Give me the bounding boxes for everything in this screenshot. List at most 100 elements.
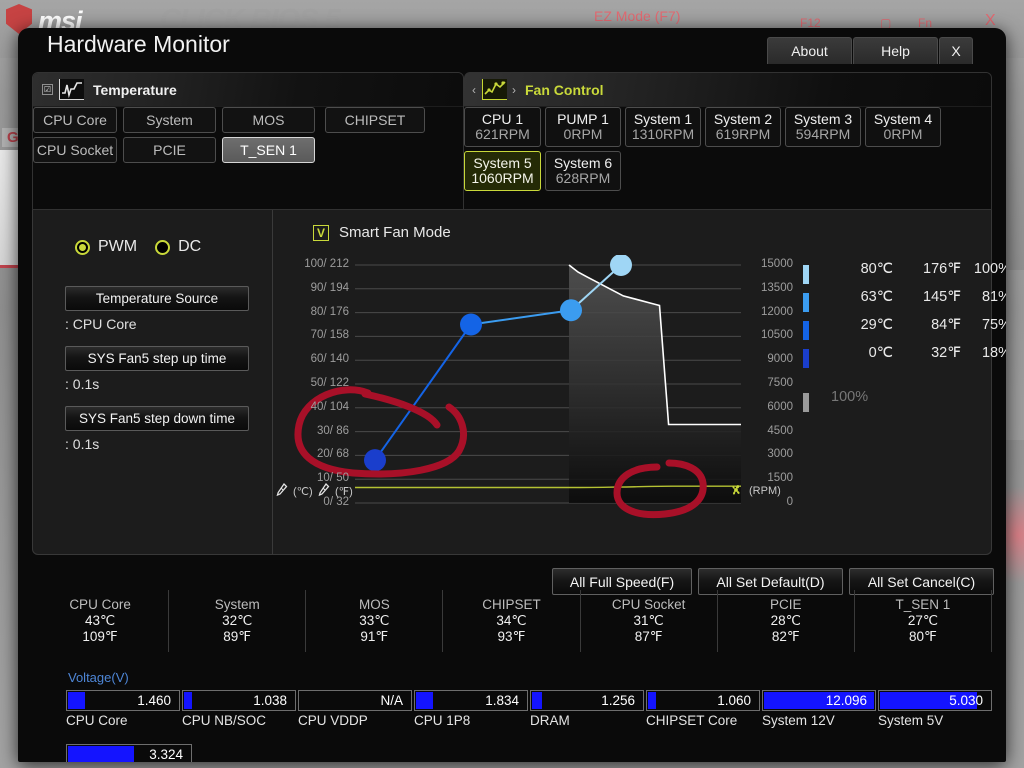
voltage-label: DRAM (530, 713, 570, 728)
legend-color-swatch (803, 265, 809, 284)
celsius-unit-label: (℃) (293, 486, 313, 498)
step-up-time-button[interactable]: SYS Fan5 step up time (65, 346, 249, 371)
voltage-bar: 1.060 (646, 690, 760, 711)
pwm-radio[interactable] (75, 239, 90, 255)
collapse-checkbox-icon[interactable]: ☑ (42, 84, 53, 95)
sensor-fahrenheit: 109℉ (82, 628, 118, 644)
next-page-arrow-icon[interactable]: › (512, 83, 516, 97)
legend-row: 63℃ 145℉ 81% (803, 289, 1006, 317)
temperature-source-chip[interactable]: System (123, 107, 216, 133)
legend-fahrenheit: 176℉ (923, 261, 961, 277)
sensor-cell: CPU Core 43℃ 109℉ (32, 590, 170, 652)
fan-chip-name: System 6 (553, 154, 613, 171)
voltage-bar: 5.030 (878, 690, 992, 711)
voltage-value: 1.038 (253, 693, 287, 708)
temperature-tick-label: 100/ 212 (304, 258, 349, 270)
voltage-bar: 1.256 (530, 690, 644, 711)
fan-chip-rpm: 621RPM (475, 126, 530, 142)
smart-fan-mode-checkbox[interactable]: V (313, 224, 329, 241)
rpm-tick-label: 3000 (767, 448, 793, 461)
voltage-bar: 1.834 (414, 690, 528, 711)
fan-chip[interactable]: System 1 1310RPM (625, 107, 701, 147)
voltage-bar: 3.324 (66, 744, 192, 762)
legend-color-swatch (803, 393, 809, 412)
close-button[interactable]: X (939, 37, 973, 64)
fan-chip-rpm: 0RPM (883, 126, 923, 142)
pwm-label: PWM (98, 238, 138, 255)
fan-control-panel-header: ‹ › Fan Control (464, 73, 991, 107)
sensor-celsius: 27℃ (907, 613, 938, 629)
temperature-source-value: : CPU Core (65, 316, 137, 332)
fan-curve-plot[interactable]: 100/ 212 90/ 194 80/ 176 70/ 158 60/ 140 50/ … (273, 255, 1006, 555)
temperature-source-chip[interactable]: MOS (222, 107, 315, 133)
fan-chip[interactable]: System 5 1060RPM (464, 151, 541, 191)
fan-control-panel-title: Fan Control (525, 81, 604, 98)
fan-chip[interactable]: CPU 1 621RPM (464, 107, 541, 147)
voltage-value: N/A (380, 693, 403, 708)
sensor-celsius: 28℃ (770, 613, 801, 629)
dc-radio[interactable] (155, 239, 171, 255)
fan-chip[interactable]: System 6 628RPM (545, 151, 621, 191)
fahrenheit-unit-label: (℉) (335, 486, 353, 498)
voltage-label: CPU NB/SOC (182, 713, 267, 728)
step-down-time-button[interactable]: SYS Fan5 step down time (65, 406, 249, 431)
temperature-panel: ☑ Temperature CPU Core System MOS CHIPSET CP… (32, 72, 464, 210)
voltage-cell: 5.030 System 5V (878, 690, 994, 734)
temperature-source-chip[interactable]: PCIE (123, 137, 216, 163)
sensor-celsius: 43℃ (84, 613, 116, 629)
rpm-tick-label: 10500 (761, 329, 793, 342)
legend-row-current: 100% (803, 389, 988, 417)
fan-chip[interactable]: System 4 0RPM (865, 107, 941, 147)
rpm-tick-label: 7500 (767, 377, 793, 389)
voltage-value: 5.030 (949, 693, 983, 708)
about-button[interactable]: About (767, 37, 852, 64)
step-up-time-value: : 0.1s (65, 376, 100, 392)
sensor-cell: MOS 33℃ 91℉ (306, 590, 444, 652)
legend-color-swatch (803, 321, 809, 340)
temperature-graph-icon (59, 79, 84, 100)
rpm-tick-label: 9000 (767, 353, 793, 366)
panels-row: ☑ Temperature CPU Core System MOS CHIPSET CP… (32, 72, 992, 210)
sensor-fahrenheit: 91℉ (360, 628, 389, 644)
help-button[interactable]: Help (853, 37, 938, 64)
sensor-name: CHIPSET (482, 597, 541, 613)
legend-celsius: 80℃ (860, 261, 893, 277)
legend-row: 29℃ 84℉ 75% (803, 317, 1006, 345)
fan-chip[interactable]: System 3 594RPM (785, 107, 861, 147)
ez-mode-button[interactable]: EZ Mode (F7) (594, 8, 680, 24)
fan-chip-rpm: 1060RPM (471, 170, 534, 186)
sensor-fahrenheit: 82℉ (771, 628, 800, 644)
temperature-source-chip[interactable]: T_SEN 1 (222, 137, 315, 163)
sensor-fahrenheit: 87℉ (634, 628, 663, 644)
voltage-cell: 1.060 CHIPSET Core (646, 690, 762, 734)
fan-chip-rpm: 594RPM (795, 126, 851, 142)
legend-percent: 100% (973, 261, 1006, 277)
fan-chip-name: System 4 (873, 110, 933, 127)
rpm-tick-label: 1500 (767, 472, 793, 485)
prev-page-arrow-icon[interactable]: ‹ (472, 83, 476, 97)
legend-current-duty: 100% (831, 389, 869, 405)
sensor-name: T_SEN 1 (895, 597, 951, 613)
hardware-monitor-dialog: Hardware Monitor About Help X ☑ Temperat… (18, 28, 1006, 762)
voltage-bar: 1.038 (182, 690, 296, 711)
legend-spacer (803, 373, 988, 389)
voltage-label: CPU VDDP (298, 713, 368, 728)
legend-percent: 18% (981, 345, 1006, 361)
voltage-label: CHIPSET Core (646, 713, 738, 728)
temperature-tick-label: 60/ 140 (310, 353, 349, 366)
temperature-source-chip[interactable]: CPU Core (33, 107, 117, 133)
temperature-source-chip[interactable]: CPU Socket (33, 137, 117, 163)
fan-chip[interactable]: System 2 619RPM (705, 107, 781, 147)
temperature-source-button[interactable]: Temperature Source (65, 286, 249, 311)
sensor-fahrenheit: 89℉ (223, 628, 252, 644)
fan-chip[interactable]: PUMP 1 0RPM (545, 107, 621, 147)
voltage-cell: 3.324System 3.3V (66, 744, 192, 762)
fan-control-body: PWM DC Temperature Source : CPU Core SYS… (32, 210, 1006, 555)
temperature-source-chips: CPU Core System MOS CHIPSET CPU Socket PCIE T_… (33, 107, 463, 163)
legend-percent: 81% (981, 289, 1006, 305)
fan-chip-name: System 2 (713, 110, 773, 127)
voltage-value: 1.256 (601, 693, 635, 708)
temperature-source-chip[interactable]: CHIPSET (325, 107, 425, 133)
sensor-fahrenheit: 93℉ (497, 628, 526, 644)
temperature-panel-title: Temperature (93, 81, 177, 98)
